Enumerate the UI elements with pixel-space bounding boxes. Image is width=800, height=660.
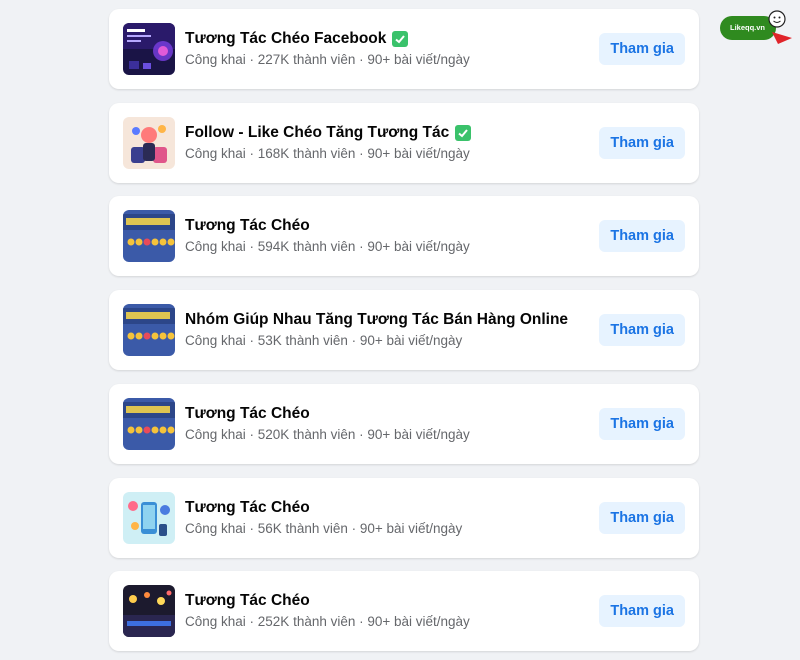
group-name[interactable]: Tương Tác Chéo: [185, 217, 310, 235]
reactions-banner-thumbnail[interactable]: [123, 304, 175, 356]
group-card[interactable]: Nhóm Giúp Nhau Tăng Tương Tác Bán Hàng O…: [109, 290, 699, 370]
verified-check-icon: [392, 31, 409, 47]
group-card[interactable]: Tương Tác Chéo Công khai · 252K thành vi…: [109, 571, 699, 651]
group-meta: Công khai · 56K thành viên · 90+ bài viế…: [185, 521, 463, 536]
purple-tech-thumbnail[interactable]: [123, 23, 175, 75]
group-name[interactable]: Nhóm Giúp Nhau Tăng Tương Tác Bán Hàng O…: [185, 311, 568, 329]
group-meta: Công khai · 53K thành viên · 90+ bài viế…: [185, 333, 463, 348]
group-card[interactable]: Tương Tác Chéo Công khai · 56K thành viê…: [109, 478, 699, 558]
logo-text: Likeqq.vn: [730, 23, 766, 32]
join-button[interactable]: Tham gia: [599, 33, 685, 65]
likeqq-logo: Likeqq.vn: [720, 10, 794, 46]
group-card[interactable]: Follow - Like Chéo Tăng Tương Tác Công k…: [109, 103, 699, 183]
group-card[interactable]: Tương Tác Chéo Facebook Công khai · 227K…: [109, 9, 699, 89]
group-meta: Công khai · 227K thành viên · 90+ bài vi…: [185, 52, 470, 67]
join-button[interactable]: Tham gia: [599, 314, 685, 346]
group-meta: Công khai · 594K thành viên · 90+ bài vi…: [185, 239, 470, 254]
join-button[interactable]: Tham gia: [599, 408, 685, 440]
reactions-banner-thumbnail[interactable]: [123, 398, 175, 450]
verified-check-icon: [455, 125, 472, 141]
reactions-banner-thumbnail[interactable]: [123, 210, 175, 262]
join-button[interactable]: Tham gia: [599, 595, 685, 627]
group-name[interactable]: Tương Tác Chéo: [185, 499, 310, 517]
group-meta: Công khai · 252K thành viên · 90+ bài vi…: [185, 614, 470, 629]
group-name[interactable]: Tương Tác Chéo Facebook: [185, 30, 386, 48]
group-card[interactable]: Tương Tác Chéo Công khai · 520K thành vi…: [109, 384, 699, 464]
group-name[interactable]: Follow - Like Chéo Tăng Tương Tác: [185, 124, 449, 142]
phone-likes-thumbnail[interactable]: [123, 492, 175, 544]
join-button[interactable]: Tham gia: [599, 220, 685, 252]
social-people-thumbnail[interactable]: [123, 117, 175, 169]
join-button[interactable]: Tham gia: [599, 502, 685, 534]
group-card[interactable]: Tương Tác Chéo Công khai · 594K thành vi…: [109, 196, 699, 276]
group-name[interactable]: Tương Tác Chéo: [185, 592, 310, 610]
join-button[interactable]: Tham gia: [599, 127, 685, 159]
night-lights-thumbnail[interactable]: [123, 585, 175, 637]
group-meta: Công khai · 520K thành viên · 90+ bài vi…: [185, 427, 470, 442]
group-name[interactable]: Tương Tác Chéo: [185, 405, 310, 423]
group-meta: Công khai · 168K thành viên · 90+ bài vi…: [185, 146, 470, 161]
